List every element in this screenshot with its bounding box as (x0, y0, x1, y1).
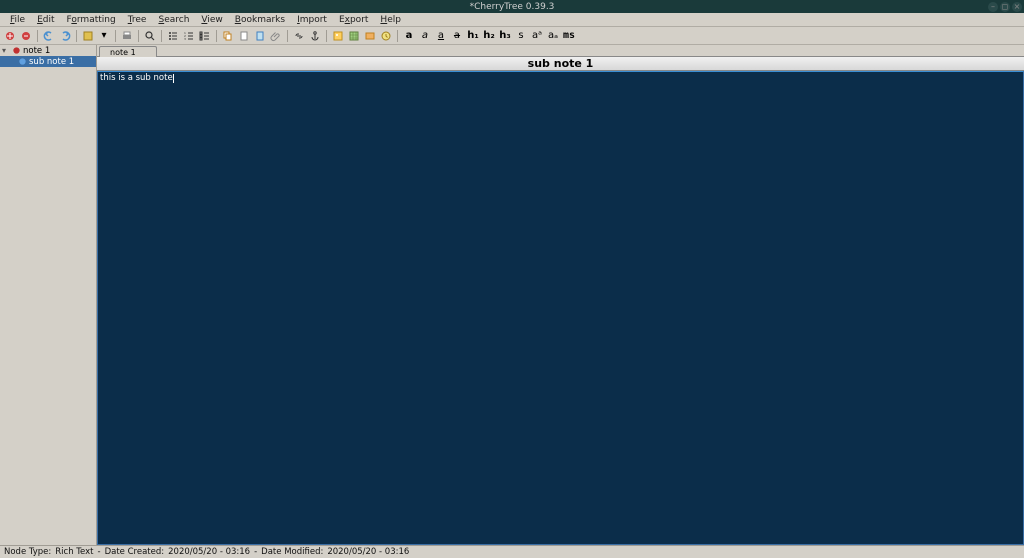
small-icon[interactable]: s (514, 29, 528, 43)
redo-icon[interactable] (58, 29, 72, 43)
menu-import[interactable]: Import (291, 14, 333, 26)
status-created-value: 2020/05/20 - 03:16 (166, 547, 252, 557)
toolbar-separator (397, 30, 398, 42)
tree-expander-icon[interactable]: ▾ (2, 46, 12, 55)
paste-icon[interactable] (253, 29, 267, 43)
menu-view[interactable]: View (195, 14, 228, 26)
menu-search[interactable]: Search (152, 14, 195, 26)
main-panel: note 1 sub note 1 this is a sub note (97, 45, 1024, 545)
superscript-icon[interactable]: aᵃ (530, 29, 544, 43)
link-icon[interactable] (292, 29, 306, 43)
bullet-list-icon[interactable] (166, 29, 180, 43)
status-separator: - (96, 547, 103, 557)
tree-node-label: sub note 1 (29, 57, 74, 67)
editor-text: this is a sub note (100, 73, 173, 83)
strikethrough-icon[interactable]: a (450, 29, 464, 43)
toolbar-separator (37, 30, 38, 42)
cherry-blue-icon (18, 57, 27, 66)
tree-node-child[interactable]: sub note 1 (0, 56, 96, 67)
text-cursor (173, 74, 174, 83)
table-icon[interactable] (347, 29, 361, 43)
status-node-type-value: Rich Text (53, 547, 95, 557)
menu-file[interactable]: File (4, 14, 31, 26)
underline-icon[interactable]: a (434, 29, 448, 43)
minimize-button[interactable]: – (988, 2, 998, 12)
tab-bar: note 1 (97, 45, 1024, 57)
window-buttons: – ◻ × (988, 2, 1022, 12)
cut-icon[interactable] (237, 29, 251, 43)
toolbar-separator (76, 30, 77, 42)
toolbar-separator (326, 30, 327, 42)
save-icon[interactable] (81, 29, 95, 43)
menu-formatting[interactable]: Formatting (61, 14, 122, 26)
status-separator: - (252, 547, 259, 557)
status-node-type-label: Node Type: (2, 547, 53, 557)
toolbar-separator (115, 30, 116, 42)
toolbar-separator (216, 30, 217, 42)
close-button[interactable]: × (1012, 2, 1022, 12)
toolbar: ▾ 123 a a a a h₁ h₂ h₃ s aᵃ aₐ ms (0, 27, 1024, 45)
statusbar: Node Type: Rich Text - Date Created: 202… (0, 545, 1024, 558)
toolbar-separator (138, 30, 139, 42)
menu-export[interactable]: Export (333, 14, 374, 26)
image-icon[interactable] (331, 29, 345, 43)
search-icon[interactable] (143, 29, 157, 43)
status-created-label: Date Created: (103, 547, 167, 557)
window-titlebar: *CherryTree 0.39.3 – ◻ × (0, 0, 1024, 13)
window-title: *CherryTree 0.39.3 (470, 2, 555, 12)
tree-node-root[interactable]: ▾ note 1 (0, 45, 96, 56)
anchor-icon[interactable] (308, 29, 322, 43)
node-subadd-icon[interactable] (19, 29, 33, 43)
tree-node-label: note 1 (23, 46, 50, 56)
status-modified-label: Date Modified: (259, 547, 325, 557)
copy-icon[interactable] (221, 29, 235, 43)
menubar: File Edit Formatting Tree Search View Bo… (0, 13, 1024, 27)
menu-bookmarks[interactable]: Bookmarks (229, 14, 291, 26)
svg-text:3: 3 (184, 37, 186, 41)
bold-icon[interactable]: a (402, 29, 416, 43)
menu-edit[interactable]: Edit (31, 14, 60, 26)
status-modified-value: 2020/05/20 - 03:16 (325, 547, 411, 557)
menu-help[interactable]: Help (374, 14, 407, 26)
body: ▾ note 1 sub note 1 note 1 sub note 1 th… (0, 45, 1024, 545)
timestamp-icon[interactable] (379, 29, 393, 43)
node-name-header[interactable]: sub note 1 (97, 57, 1024, 71)
subscript-icon[interactable]: aₐ (546, 29, 560, 43)
undo-icon[interactable] (42, 29, 56, 43)
cherry-red-icon (12, 46, 21, 55)
monospace-icon[interactable]: ms (562, 29, 576, 43)
tab-label: note 1 (110, 48, 136, 57)
maximize-button[interactable]: ◻ (1000, 2, 1010, 12)
text-editor[interactable]: this is a sub note (97, 71, 1024, 545)
italic-icon[interactable]: a (418, 29, 432, 43)
attach-icon[interactable] (269, 29, 283, 43)
h1-icon[interactable]: h₁ (466, 29, 480, 43)
print-icon[interactable] (120, 29, 134, 43)
toolbar-separator (287, 30, 288, 42)
h2-icon[interactable]: h₂ (482, 29, 496, 43)
toolbar-separator (161, 30, 162, 42)
codebox-icon[interactable] (363, 29, 377, 43)
menu-tree[interactable]: Tree (122, 14, 153, 26)
h3-icon[interactable]: h₃ (498, 29, 512, 43)
node-add-icon[interactable] (3, 29, 17, 43)
todo-list-icon[interactable] (198, 29, 212, 43)
tree-panel[interactable]: ▾ note 1 sub note 1 (0, 45, 97, 545)
numbered-list-icon[interactable]: 123 (182, 29, 196, 43)
tab-note1[interactable]: note 1 (99, 46, 157, 57)
save-dropdown-icon[interactable]: ▾ (97, 29, 111, 43)
